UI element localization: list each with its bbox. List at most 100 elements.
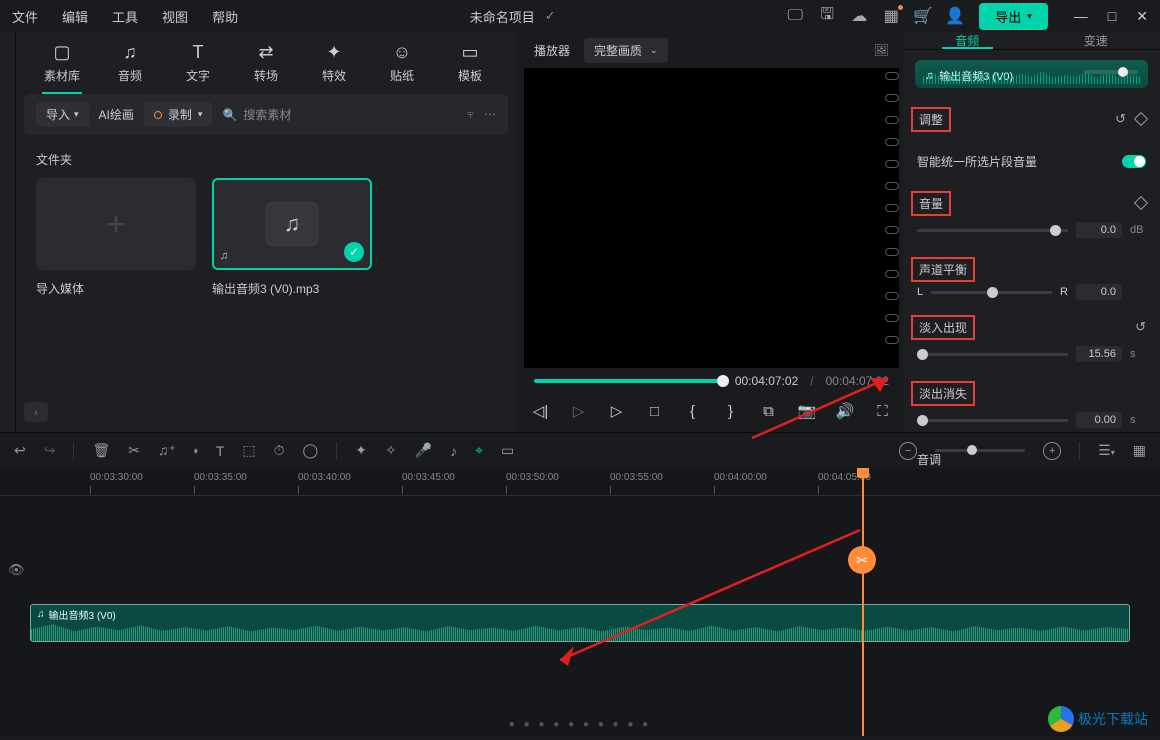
grid-icon[interactable]: ▦ (883, 8, 899, 24)
smart-volume-toggle[interactable] (1122, 155, 1146, 168)
watermark-logo-icon (1048, 706, 1074, 732)
stop-button[interactable]: ▷ (570, 402, 588, 420)
menu-tools[interactable]: 工具 (112, 7, 138, 26)
progress-slider[interactable] (534, 379, 723, 383)
monitor-icon[interactable]: 🖵 (787, 8, 803, 24)
play-button[interactable]: ▷ (608, 402, 626, 420)
effect2-button[interactable]: ✧ (385, 442, 397, 459)
audio-file-card[interactable]: ♫ ♫ ✓ 输出音频3 (V0).mp3 (212, 178, 372, 297)
marker-button[interactable]: ⬪ (194, 442, 198, 459)
timeline[interactable]: 00:03:30:0000:03:35:0000:03:40:0000:03:4… (0, 468, 1160, 736)
note-button[interactable]: ♪ (450, 443, 457, 459)
balance-value[interactable]: 0.0 (1076, 284, 1122, 300)
pitch-label: 音调 (917, 451, 941, 468)
prev-frame-button[interactable]: ◁| (532, 402, 550, 420)
mark-in-button[interactable]: { (684, 403, 702, 420)
balance-l: L (917, 286, 923, 298)
sidebar-collapse-button[interactable]: ‹ (24, 402, 48, 422)
magnet-button[interactable]: ⌖ (475, 442, 483, 459)
tab-template[interactable]: ▭模板 (436, 32, 504, 94)
export-button[interactable]: 导出 ▾ (979, 3, 1048, 30)
audio-clip-chip[interactable]: ♫输出音频3 (V0) (915, 60, 1148, 88)
chip-waveform (923, 66, 1140, 84)
timeline-pagination: ● ● ● ● ● ● ● ● ● ● (509, 719, 651, 730)
tab-effects[interactable]: ✦特效 (300, 32, 368, 94)
tab-library[interactable]: ▢素材库 (28, 32, 96, 94)
audio-tool-button[interactable]: ♫⁺ (158, 442, 176, 459)
zoom-in-button[interactable]: + (1043, 442, 1061, 460)
tab-audio[interactable]: ♫音频 (96, 32, 164, 94)
volume-slider[interactable] (917, 229, 1068, 232)
keyframe-icon[interactable] (1134, 196, 1148, 210)
fullscreen-button[interactable]: ⛶ (874, 403, 892, 420)
import-card[interactable]: + 导入媒体 (36, 178, 196, 297)
balance-slider[interactable] (931, 291, 1052, 294)
keyframe-icon[interactable] (1134, 112, 1148, 126)
view-grid-button[interactable]: ▦ (1133, 442, 1146, 459)
view-list-button[interactable]: ☰▾ (1098, 442, 1115, 459)
quality-select[interactable]: 完整画质 ⌄ (584, 38, 668, 63)
scissors-icon[interactable]: ✂ (848, 546, 876, 574)
sidebar-rail (0, 32, 16, 432)
zoom-slider[interactable] (935, 449, 1025, 452)
delete-button[interactable]: 🗑 (92, 442, 110, 459)
search-placeholder: 搜索素材 (243, 106, 291, 123)
fade-out-slider[interactable] (917, 419, 1068, 422)
tab-sticker[interactable]: ☺贴纸 (368, 32, 436, 94)
progress-knob[interactable] (717, 375, 729, 387)
mic-button[interactable]: 🎤 (415, 442, 432, 459)
color-button[interactable]: ◯ (303, 442, 319, 459)
snapshot-button[interactable]: 📷 (798, 402, 816, 420)
tab-speed-props[interactable]: 变速 (1032, 32, 1160, 49)
project-title: 未命名项目 (470, 7, 535, 26)
menu-help[interactable]: 帮助 (212, 7, 238, 26)
zoom-out-button[interactable]: − (899, 442, 917, 460)
tab-transition[interactable]: ⇄转场 (232, 32, 300, 94)
speed-button[interactable]: ⏱ (274, 442, 285, 459)
timeline-ruler[interactable]: 00:03:30:0000:03:35:0000:03:40:0000:03:4… (0, 468, 1160, 496)
tab-audio-label: 音频 (118, 67, 142, 84)
effect1-button[interactable]: ✦ (355, 442, 367, 459)
filter-icon[interactable]: ⫧ (467, 107, 474, 122)
audio-clip[interactable]: ♫输出音频3 (V0) (30, 604, 1130, 642)
ai-paint-button[interactable]: AI绘画 (99, 106, 134, 123)
search-icon: 🔍 (222, 108, 237, 122)
cloud-icon[interactable]: ☁ (851, 8, 867, 24)
save-icon[interactable]: 🖫 (819, 8, 835, 24)
undo-icon[interactable]: ↺ (1115, 111, 1126, 127)
undo-button[interactable]: ↩ (14, 442, 26, 459)
fade-in-slider[interactable] (917, 353, 1068, 356)
minimize-button[interactable]: — (1074, 8, 1088, 25)
playhead[interactable]: ✂ (862, 468, 864, 736)
volume-value[interactable]: 0.0 (1076, 222, 1122, 238)
cart-icon[interactable]: 🛒 (915, 8, 931, 24)
snapshot-icon[interactable]: 🖼 (874, 43, 889, 57)
close-button[interactable]: ✕ (1136, 8, 1148, 25)
menu-file[interactable]: 文件 (12, 7, 38, 26)
search-input[interactable]: 🔍 搜索素材 (222, 106, 457, 123)
tab-audio-props[interactable]: 音频 (903, 32, 1032, 49)
crop-button[interactable]: ⬚ (242, 442, 255, 459)
text-tool-button[interactable]: T (216, 443, 225, 459)
redo-button[interactable]: ↪ (44, 442, 56, 459)
pause-button[interactable]: □ (646, 403, 664, 420)
import-button[interactable]: 导入▾ (36, 102, 89, 127)
track-visibility-icon[interactable]: 👁 (8, 562, 25, 578)
more-icon[interactable]: ⋯ (484, 107, 496, 122)
link-button[interactable]: ▭ (501, 442, 514, 459)
cut-button[interactable]: ✂ (128, 442, 140, 459)
mark-out-button[interactable]: } (722, 403, 740, 420)
account-icon[interactable]: 👤 (947, 8, 963, 24)
media-panel: ▢素材库 ♫音频 T文字 ⇄转场 ✦特效 ☺贴纸 ▭模板 导入▾ AI绘画 录制… (16, 32, 516, 432)
volume-button[interactable]: 🔊 (836, 402, 854, 420)
fade-out-value[interactable]: 0.00 (1076, 412, 1122, 428)
tab-text[interactable]: T文字 (164, 32, 232, 94)
fade-in-value[interactable]: 15.56 (1076, 346, 1122, 362)
menu-edit[interactable]: 编辑 (62, 7, 88, 26)
record-button[interactable]: 录制▾ (144, 102, 213, 127)
maximize-button[interactable]: □ (1108, 8, 1116, 25)
undo-icon[interactable]: ↺ (1135, 319, 1146, 335)
menu-view[interactable]: 视图 (162, 7, 188, 26)
preview-canvas[interactable] (524, 68, 899, 368)
aspect-button[interactable]: ⧉ (760, 403, 778, 420)
